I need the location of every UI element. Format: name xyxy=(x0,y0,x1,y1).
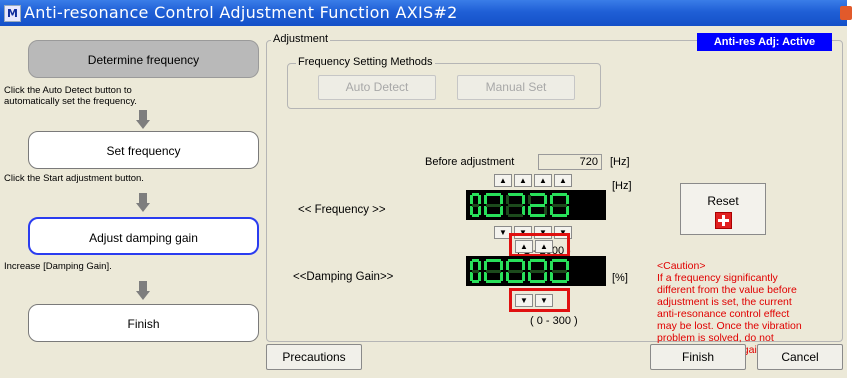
manual-set-button[interactable]: Manual Set xyxy=(457,75,575,100)
step-determine-frequency-desc-2: automatically set the frequency. xyxy=(4,96,137,107)
auto-detect-button[interactable]: Auto Detect xyxy=(318,75,436,100)
frequency-up-button[interactable]: ▲ xyxy=(494,174,512,187)
step-set-frequency: Set frequency xyxy=(28,131,259,169)
damping-gain-unit: [%] xyxy=(612,272,628,284)
frequency-methods-label: Frequency Setting Methods xyxy=(296,56,435,68)
segment-digit xyxy=(484,259,503,283)
caution-line: problem is solved, do not xyxy=(657,332,774,344)
damping-gain-label: <<Damping Gain>> xyxy=(293,271,394,283)
step-adjust-damping-gain: Adjust damping gain xyxy=(28,217,259,255)
segment-digit xyxy=(484,193,503,217)
app-icon: M xyxy=(4,5,21,22)
close-icon[interactable] xyxy=(840,6,852,20)
segment-digit xyxy=(528,259,547,283)
damping-gain-up-button[interactable]: ▲ xyxy=(515,240,533,253)
segment-digit xyxy=(470,259,481,283)
step-finish: Finish xyxy=(28,304,259,342)
reset-button[interactable]: Reset xyxy=(680,183,766,235)
window-title: Anti-resonance Control Adjustment Functi… xyxy=(24,3,458,22)
status-badge: Anti-res Adj: Active xyxy=(697,33,832,51)
segment-digit xyxy=(550,259,569,283)
down-arrow-icon xyxy=(136,281,150,301)
caution-line: may be lost. Once the vibration xyxy=(657,320,802,332)
caution-line: different from the value before xyxy=(657,284,797,296)
client-area: Determine frequency Click the Auto Detec… xyxy=(0,26,847,378)
frequency-up-button[interactable]: ▲ xyxy=(514,174,532,187)
segment-digit xyxy=(506,193,525,217)
damping-gain-down-buttons: ▼ ▼ xyxy=(515,294,553,307)
step-determine-frequency-desc-1: Click the Auto Detect button to xyxy=(4,85,132,96)
down-arrow-icon xyxy=(136,193,150,213)
caution-line: anti-resonance control effect xyxy=(657,308,790,320)
title-bar[interactable]: M Anti-resonance Control Adjustment Func… xyxy=(0,0,852,26)
cancel-button[interactable]: Cancel xyxy=(757,344,843,370)
frequency-unit: [Hz] xyxy=(612,180,632,192)
damping-gain-up-buttons: ▲ ▲ xyxy=(515,240,553,253)
frequency-up-button[interactable]: ▲ xyxy=(554,174,572,187)
frequency-up-buttons: ▲ ▲ ▲ ▲ xyxy=(494,174,572,187)
caution-line: <Caution> xyxy=(657,260,706,272)
step-determine-frequency: Determine frequency xyxy=(28,40,259,78)
finish-button[interactable]: Finish xyxy=(650,344,746,370)
segment-digit xyxy=(506,259,525,283)
damping-gain-up-button[interactable]: ▲ xyxy=(535,240,553,253)
frequency-up-button[interactable]: ▲ xyxy=(534,174,552,187)
reset-icon xyxy=(715,212,732,229)
step-set-frequency-desc: Click the Start adjustment button. xyxy=(4,173,144,184)
caution-line: If a frequency significantly xyxy=(657,272,778,284)
reset-label: Reset xyxy=(707,194,739,208)
frequency-label: << Frequency >> xyxy=(298,204,386,216)
segment-digit xyxy=(528,193,547,217)
caution-line: adjustment is set, the current xyxy=(657,296,792,308)
step-adjust-damping-gain-desc: Increase [Damping Gain]. xyxy=(4,261,112,272)
damping-gain-display xyxy=(466,256,606,286)
before-adjustment-value: 720 xyxy=(538,154,602,170)
down-arrow-icon xyxy=(136,110,150,130)
segment-digit xyxy=(550,193,569,217)
damping-gain-range: ( 0 - 300 ) xyxy=(530,315,578,327)
damping-gain-down-button[interactable]: ▼ xyxy=(515,294,533,307)
adjustment-group-label: Adjustment xyxy=(271,33,331,45)
segment-digit xyxy=(470,193,481,217)
caution-text: <Caution> If a frequency significantly d… xyxy=(657,260,837,356)
damping-gain-down-button[interactable]: ▼ xyxy=(535,294,553,307)
precautions-button[interactable]: Precautions xyxy=(266,344,362,370)
window: M Anti-resonance Control Adjustment Func… xyxy=(0,0,852,378)
before-adjustment-unit: [Hz] xyxy=(610,156,630,168)
frequency-display xyxy=(466,190,606,220)
before-adjustment-label: Before adjustment xyxy=(425,156,515,168)
